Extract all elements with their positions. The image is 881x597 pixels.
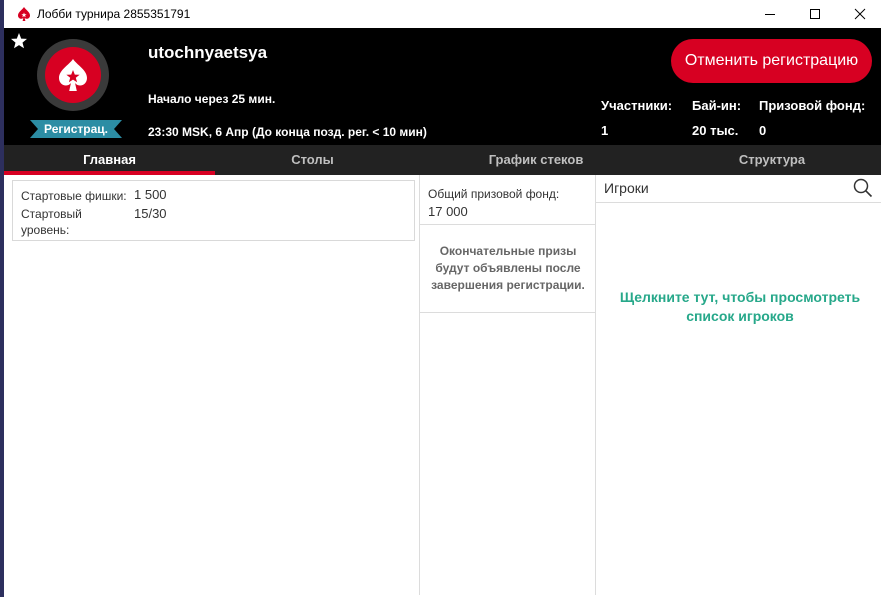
tournament-name: utochnyaetsya [148, 43, 268, 62]
registration-status-badge: Регистрац. [30, 120, 122, 138]
starting-chips-value: 1 500 [134, 187, 167, 202]
starting-level-label-line2: уровень: [21, 223, 70, 237]
pokerstars-spade-icon [16, 6, 32, 22]
minimize-icon [765, 14, 775, 15]
window-title: Лобби турнира 2855351791 [37, 7, 191, 21]
main-content: Стартовые фишки: 1 500 Стартовый уровень… [4, 175, 881, 595]
tab-tables[interactable]: Столы [215, 145, 410, 175]
unregister-button[interactable]: Отменить регистрацию [671, 39, 872, 83]
favorite-star-icon[interactable] [10, 32, 28, 50]
column-divider [419, 175, 420, 595]
players-header-divider [596, 202, 881, 203]
tournament-info-box: Стартовые фишки: 1 500 Стартовый уровень… [12, 180, 415, 241]
tab-structure[interactable]: Структура [684, 145, 860, 175]
buyin-label: Бай-ин: [692, 98, 742, 113]
maximize-button[interactable] [792, 0, 838, 28]
start-countdown: Начало через 25 мин. [148, 92, 276, 106]
starting-level-label-line1: Стартовый [21, 207, 82, 221]
final-prizes-note: Окончательные призы будут объявлены посл… [431, 244, 585, 292]
status-badge-label: Регистрац. [43, 122, 109, 136]
column-divider [595, 175, 596, 595]
tournament-logo [37, 39, 109, 111]
prize-pool-value: 0 [759, 123, 767, 138]
tournament-date: 23:30 MSK, 6 Апр (До конца позд. рег. < … [148, 125, 427, 139]
section-divider [420, 312, 595, 313]
minimize-button[interactable] [747, 0, 793, 28]
players-count-label: Участники: [601, 98, 673, 113]
maximize-icon [810, 9, 820, 19]
close-button[interactable] [837, 0, 881, 28]
search-icon[interactable] [853, 178, 873, 198]
tab-stack-chart[interactable]: График стеков [444, 145, 628, 175]
buyin-value: 20 тыс. [692, 123, 739, 138]
players-count-value: 1 [601, 123, 609, 138]
total-prize-value: 17 000 [428, 204, 468, 219]
close-icon [854, 8, 866, 20]
prize-pool-label: Призовой фонд: [759, 98, 866, 113]
total-prize-label: Общий призовой фонд: [428, 187, 560, 201]
starting-chips-label: Стартовые фишки: [21, 189, 127, 203]
spade-star-icon [59, 59, 87, 91]
view-players-link[interactable]: Щелкните тут, чтобы просмотреть список и… [598, 288, 881, 326]
section-divider [420, 224, 595, 225]
starting-level-value: 15/30 [134, 206, 167, 221]
tournament-lobby-window: Лобби турнира 2855351791 Регистрац. utoc… [0, 0, 881, 597]
tournament-header: Регистрац. utochnyaetsya Начало через 25… [4, 28, 881, 145]
players-section-title: Игроки [604, 180, 649, 196]
title-bar[interactable]: Лобби турнира 2855351791 [4, 0, 881, 28]
